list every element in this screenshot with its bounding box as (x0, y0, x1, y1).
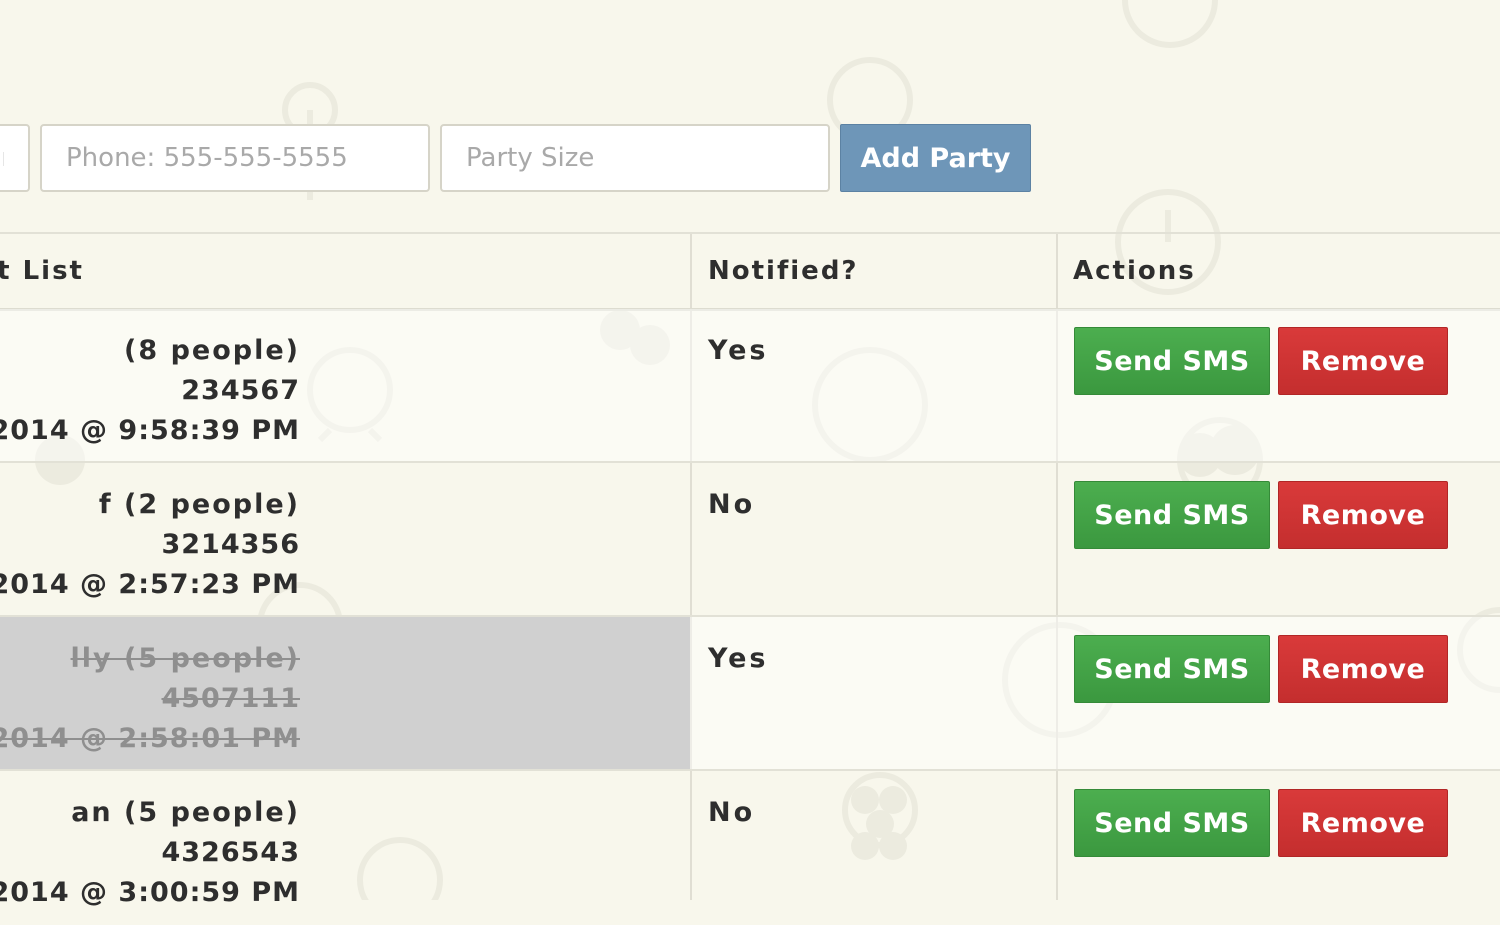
party-phone: 4507111 (161, 683, 300, 714)
party-name: an (5 people) (71, 797, 300, 828)
table-row: an (5 people) 4326543 9/2014 @ 3:00:59 P… (0, 771, 1500, 925)
party-time: 9/2014 @ 2:58:01 PM (0, 723, 300, 754)
party-phone: 3214356 (161, 529, 300, 560)
party-name: (8 people) (124, 335, 300, 366)
party-name: lly (5 people) (70, 643, 300, 674)
add-party-button[interactable]: Add Party (840, 124, 1031, 192)
remove-button[interactable]: Remove (1278, 327, 1448, 395)
column-header-actions: Actions (1073, 256, 1196, 286)
remove-button[interactable]: Remove (1278, 635, 1448, 703)
party-time: 3/2014 @ 9:58:39 PM (0, 415, 300, 446)
party-cell: (8 people) 234567 3/2014 @ 9:58:39 PM (0, 309, 690, 461)
column-header-notified: Notified? (708, 256, 859, 286)
waitlist-table: t List Notified? Actions (0, 232, 1500, 311)
table-header: t List Notified? Actions (0, 232, 1500, 311)
remove-button[interactable]: Remove (1278, 789, 1448, 857)
notified-status: No (708, 489, 756, 520)
table-row: f (2 people) 3214356 9/2014 @ 2:57:23 PM… (0, 463, 1500, 617)
phone-input[interactable] (40, 124, 430, 192)
column-header-waitlist: t List (0, 256, 84, 286)
party-cell: lly (5 people) 4507111 9/2014 @ 2:58:01 … (0, 617, 690, 769)
party-time: 9/2014 @ 2:57:23 PM (0, 569, 300, 600)
remove-button[interactable]: Remove (1278, 481, 1448, 549)
send-sms-button[interactable]: Send SMS (1074, 481, 1270, 549)
party-size-input[interactable] (440, 124, 830, 192)
send-sms-button[interactable]: Send SMS (1074, 789, 1270, 857)
party-time: 9/2014 @ 3:00:59 PM (0, 877, 300, 908)
notified-status: No (708, 797, 756, 828)
table-row: (8 people) 234567 3/2014 @ 9:58:39 PM Ye… (0, 309, 1500, 463)
party-name: f (2 people) (98, 489, 300, 520)
party-cell: f (2 people) 3214356 9/2014 @ 2:57:23 PM (0, 463, 690, 615)
notified-status: Yes (708, 335, 769, 366)
send-sms-button[interactable]: Send SMS (1074, 635, 1270, 703)
party-phone: 234567 (181, 375, 300, 406)
notified-status: Yes (708, 643, 769, 674)
party-phone: 4326543 (161, 837, 300, 868)
name-input[interactable] (0, 124, 30, 192)
add-party-form: Add Party (0, 0, 1500, 232)
party-cell: an (5 people) 4326543 9/2014 @ 3:00:59 P… (0, 771, 690, 923)
table-row: lly (5 people) 4507111 9/2014 @ 2:58:01 … (0, 617, 1500, 771)
send-sms-button[interactable]: Send SMS (1074, 327, 1270, 395)
